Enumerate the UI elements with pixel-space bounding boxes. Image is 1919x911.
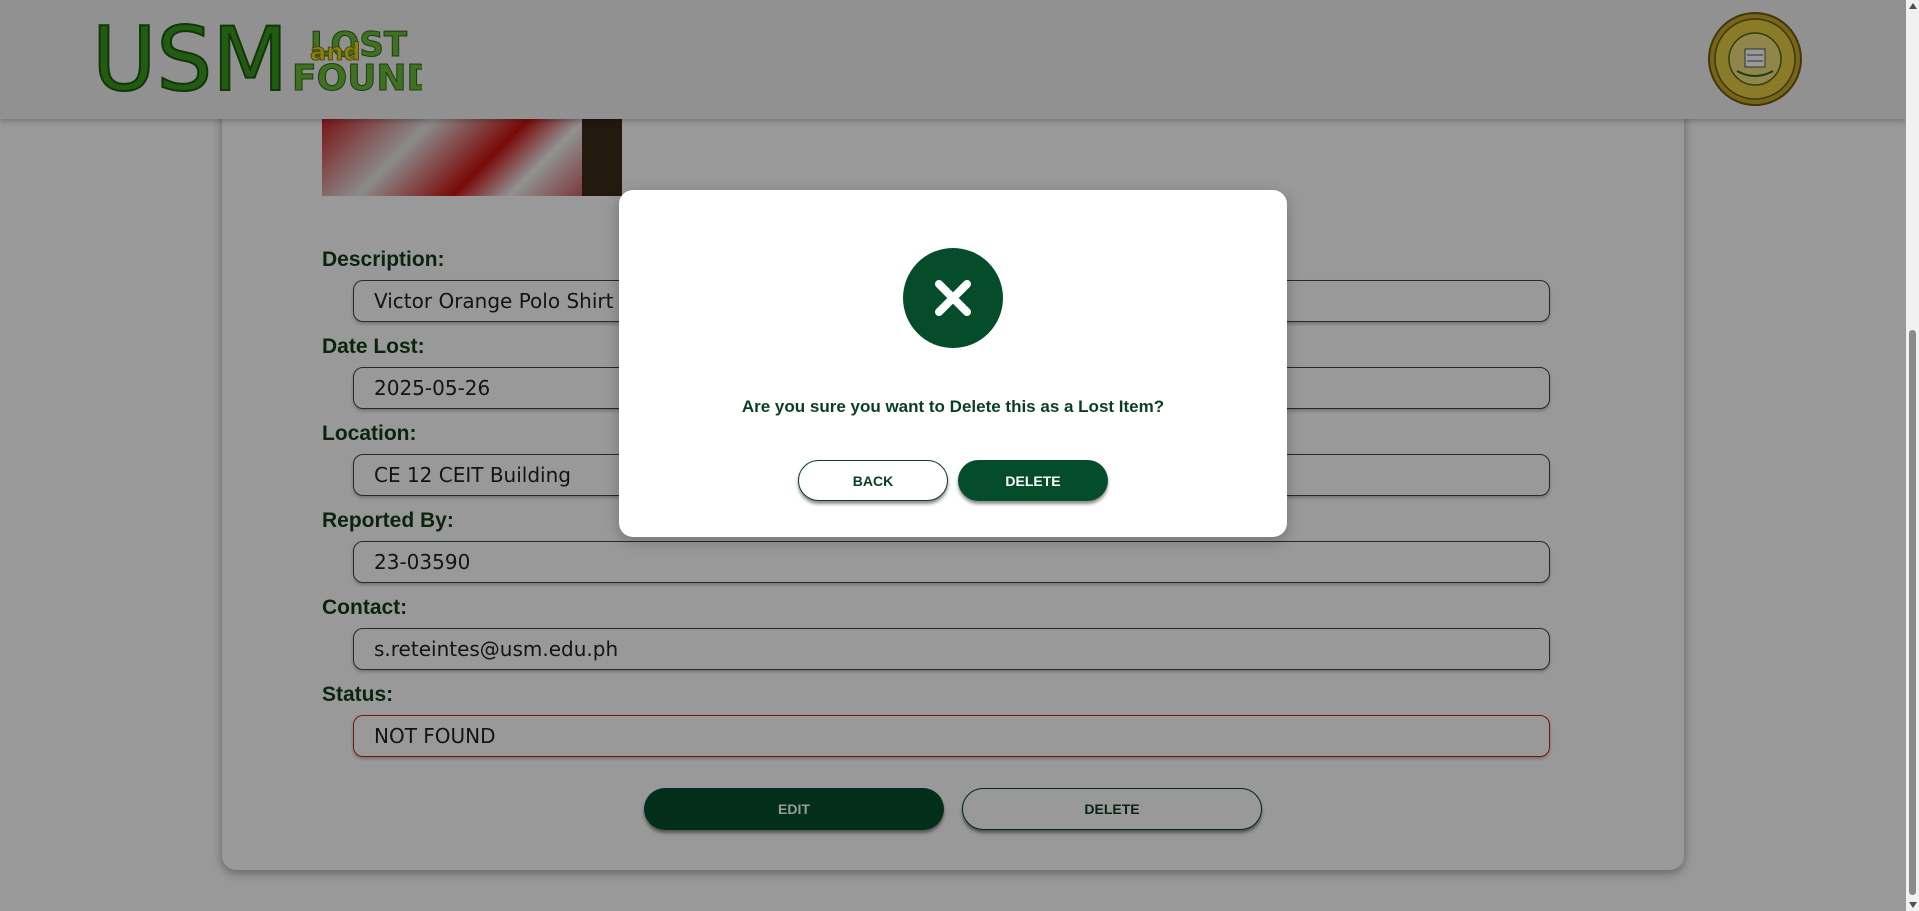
back-button[interactable]: BACK xyxy=(798,460,948,501)
confirm-delete-button[interactable]: DELETE xyxy=(958,460,1108,501)
scroll-thumb[interactable] xyxy=(1909,330,1916,895)
confirmation-message: Are you sure you want to Delete this as … xyxy=(741,397,1165,416)
scroll-up-icon[interactable] xyxy=(1909,3,1917,9)
close-icon xyxy=(903,248,1003,348)
scroll-down-icon[interactable] xyxy=(1909,902,1917,908)
page-scrollbar[interactable] xyxy=(1906,0,1919,911)
delete-confirmation-modal: Are you sure you want to Delete this as … xyxy=(619,190,1287,537)
